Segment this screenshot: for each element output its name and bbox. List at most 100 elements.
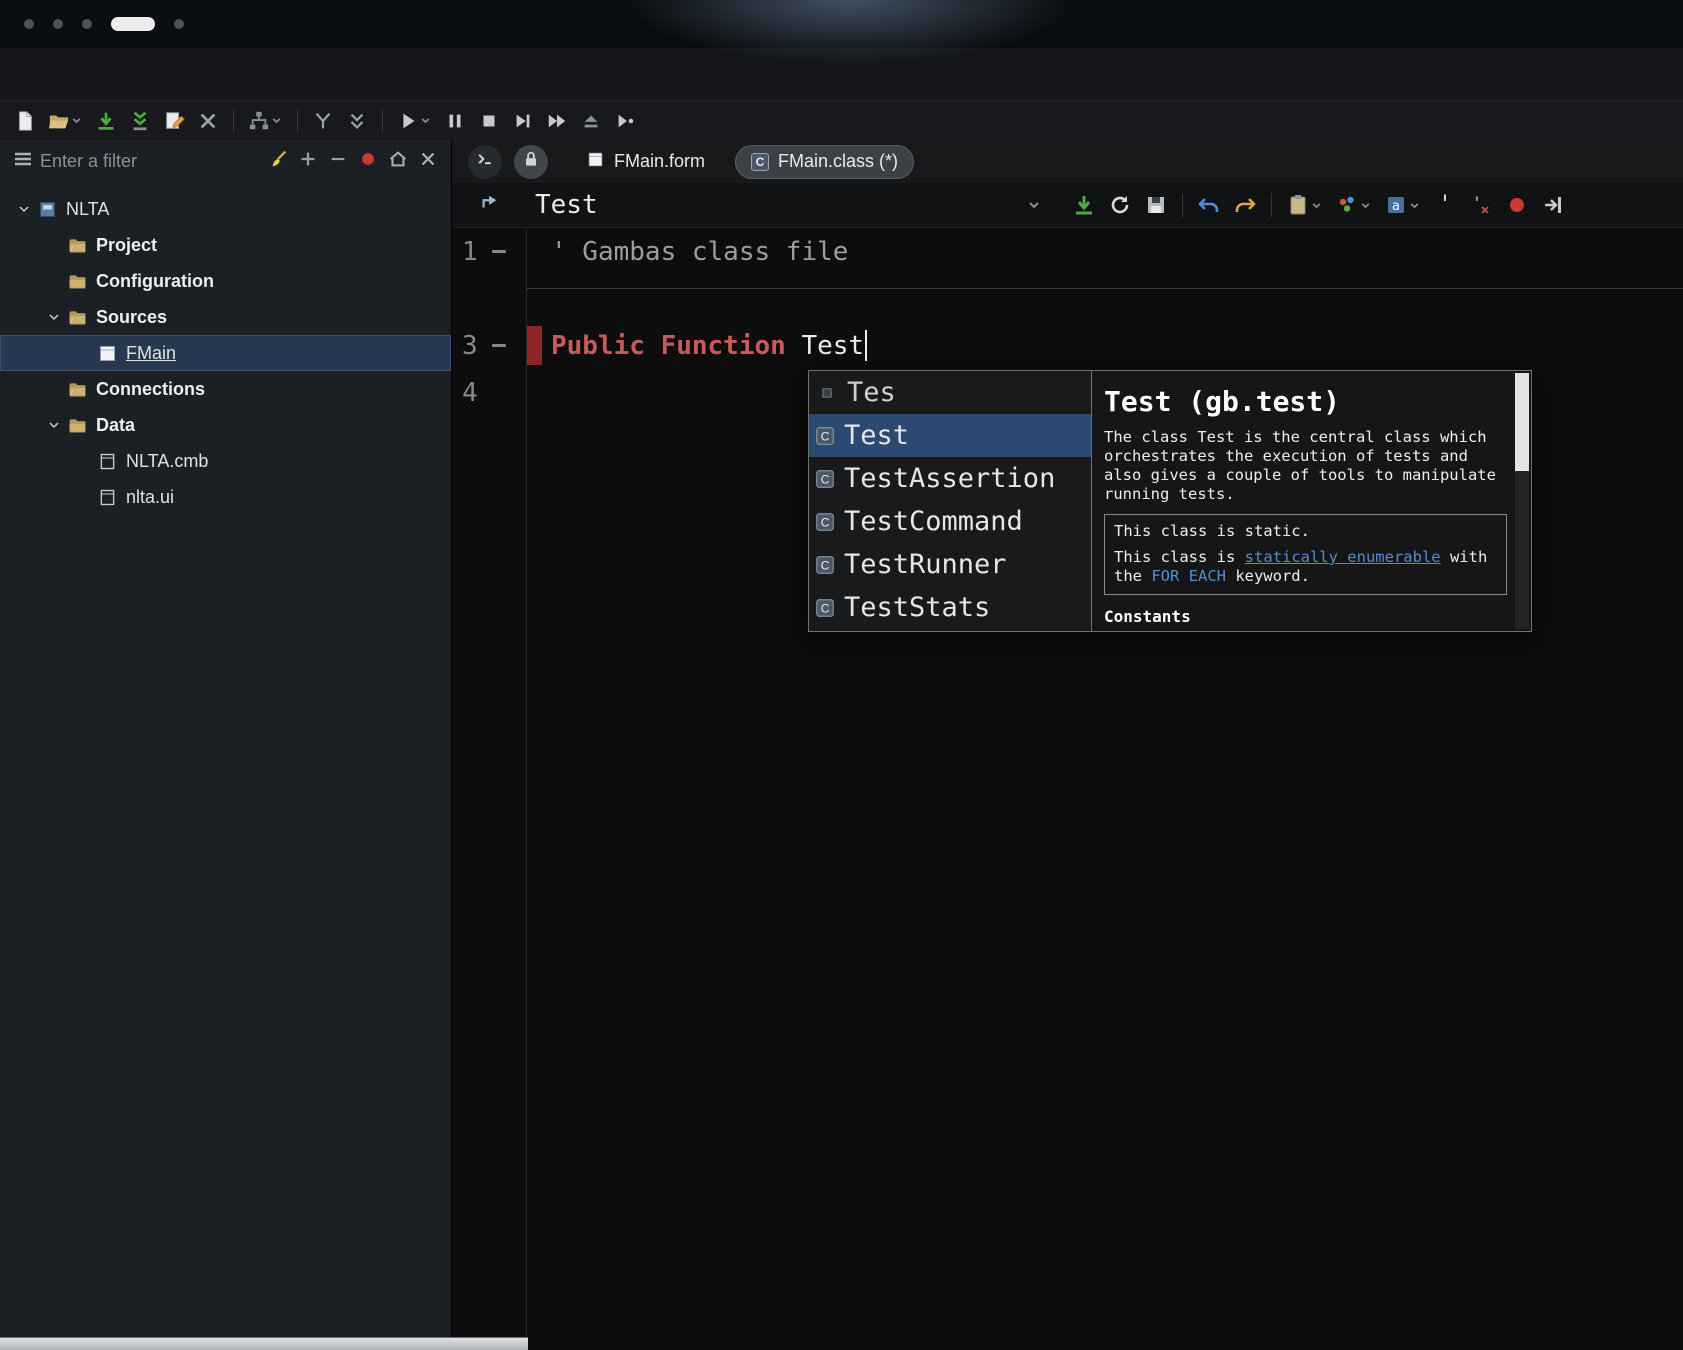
word-icon — [817, 383, 837, 403]
toolbar-separator — [1182, 193, 1183, 217]
editor-column: FMain.formCFMain.class (*) Test a'' 134 … — [452, 140, 1683, 1350]
close-panel-button[interactable] — [413, 147, 443, 177]
edit-button[interactable] — [159, 106, 189, 136]
undo-button[interactable] — [1193, 190, 1225, 220]
tree-chevron-icon[interactable] — [42, 309, 66, 325]
open-terminal-button[interactable] — [576, 106, 606, 136]
tree-item-configuration[interactable]: Configuration — [0, 263, 451, 299]
hamburger-icon — [11, 147, 35, 176]
goto-button[interactable] — [1537, 190, 1569, 220]
uncomment-button[interactable]: ' — [1465, 190, 1497, 220]
autocomplete-item-teststats[interactable]: CTestStats — [809, 586, 1091, 629]
tree-item-nlta-ui[interactable]: nlta.ui — [0, 479, 451, 515]
compile-button[interactable] — [125, 106, 155, 136]
forward-button[interactable] — [542, 106, 572, 136]
tree-item-fmain[interactable]: FMain — [0, 335, 451, 371]
procedure-combo[interactable]: Test — [527, 187, 1052, 223]
doc-link[interactable]: FOR EACH — [1151, 567, 1226, 585]
refresh-icon — [1108, 193, 1132, 217]
hierarchy-button[interactable] — [244, 106, 287, 136]
show-modified-button[interactable] — [353, 147, 383, 177]
comment-button[interactable]: ' — [1429, 190, 1461, 220]
stop-button[interactable] — [474, 106, 504, 136]
pause-button[interactable] — [440, 106, 470, 136]
insert-menu-button[interactable]: a — [1380, 190, 1425, 220]
collapse-tree-button[interactable] — [323, 147, 353, 177]
code-line-3[interactable]: Public Function Test — [527, 322, 1683, 369]
code-line-1[interactable]: ' Gambas class file — [527, 228, 1683, 275]
lock-icon — [521, 149, 541, 174]
save-file-button[interactable] — [1068, 190, 1100, 220]
tree-item-connections[interactable]: Connections — [0, 371, 451, 407]
tree-item-label: Data — [96, 415, 135, 436]
format-menu-button[interactable] — [1331, 190, 1376, 220]
tab-fmain-form[interactable]: FMain.form — [570, 145, 721, 179]
arrow-down-green-icon — [1072, 193, 1096, 217]
new-file-button[interactable] — [10, 106, 40, 136]
clear-filter-button[interactable] — [263, 147, 293, 177]
code-line-blank-1[interactable] — [527, 275, 1683, 322]
redo-button[interactable] — [1229, 190, 1261, 220]
goto-icon — [1541, 193, 1565, 217]
doc-scrollbar[interactable] — [1515, 373, 1529, 629]
tab-label: FMain.class (*) — [778, 151, 898, 172]
toolbar-separator — [382, 109, 383, 133]
breakpoint-button[interactable] — [1501, 190, 1533, 220]
print-button[interactable] — [1140, 190, 1172, 220]
file-icon — [96, 451, 118, 472]
gutter-row: 3 — [452, 322, 526, 369]
line-number: 4 — [462, 378, 480, 408]
open-project-button[interactable] — [44, 106, 87, 136]
line-number: 3 — [462, 331, 480, 361]
autocomplete-item-label: TestRunner — [844, 549, 1007, 580]
tree-item-sources[interactable]: Sources — [0, 299, 451, 335]
save-project-button[interactable] — [91, 106, 121, 136]
doc-scrollbar-thumb[interactable] — [1515, 373, 1529, 471]
tree-item-data[interactable]: Data — [0, 407, 451, 443]
step-button[interactable] — [508, 106, 538, 136]
tab-fmain-class-[interactable]: CFMain.class (*) — [735, 145, 914, 179]
code-area: 134 ' Gambas class filePublic Function T… — [452, 228, 1683, 1350]
doc-link[interactable]: statically enumerable — [1245, 548, 1441, 566]
gambas-ide-window: NLTAProjectConfigurationSourcesFMainConn… — [0, 0, 1683, 1350]
lock-button[interactable] — [514, 145, 548, 179]
tab-bar: FMain.form CFMain.class (*) — [452, 140, 1683, 183]
run-button[interactable] — [393, 106, 436, 136]
main-split: NLTAProjectConfigurationSourcesFMainConn… — [0, 140, 1683, 1350]
console-button[interactable] — [468, 145, 502, 179]
menu-button[interactable] — [8, 147, 38, 177]
step-out-button[interactable] — [610, 106, 640, 136]
home-button[interactable] — [383, 147, 413, 177]
autocomplete-item-testcommand[interactable]: CTestCommand — [809, 500, 1091, 543]
pause-icon — [444, 110, 466, 132]
folder-icon — [66, 415, 88, 436]
merge-button[interactable] — [308, 106, 338, 136]
doc-note-box: This class is static. This class is stat… — [1104, 514, 1507, 595]
tree-chevron-icon[interactable] — [42, 417, 66, 433]
svg-text:C: C — [821, 429, 830, 443]
tree-item-project[interactable]: Project — [0, 227, 451, 263]
filter-input[interactable] — [40, 151, 261, 172]
doc-static-line: This class is static. — [1114, 522, 1497, 541]
broom-icon — [267, 148, 289, 175]
expand-tree-button[interactable] — [293, 147, 323, 177]
code-editor[interactable]: ' Gambas class filePublic Function Test … — [527, 228, 1683, 1350]
autocomplete-item-test[interactable]: CTest — [809, 414, 1091, 457]
fold-marker-icon[interactable] — [492, 250, 506, 253]
tree-item-nlta-cmb[interactable]: NLTA.cmb — [0, 443, 451, 479]
autocomplete-item-testassertion[interactable]: CTestAssertion — [809, 457, 1091, 500]
expand-all-button[interactable] — [342, 106, 372, 136]
properties-button[interactable] — [193, 106, 223, 136]
class-icon: C — [814, 511, 836, 533]
class-icon: C — [814, 597, 836, 619]
paste-menu-button[interactable] — [1282, 190, 1327, 220]
reload-button[interactable] — [1104, 190, 1136, 220]
tree-item-nlta[interactable]: NLTA — [0, 191, 451, 227]
charmap-icon: a — [1384, 193, 1408, 217]
autocomplete-item-label: TestAssertion — [844, 463, 1055, 494]
fold-marker-icon[interactable] — [492, 344, 506, 347]
autocomplete-item-testrunner[interactable]: CTestRunner — [809, 543, 1091, 586]
autocomplete-list: Tes CTestCTestAssertionCTestCommandCTest… — [808, 370, 1092, 632]
window-dot — [174, 19, 184, 29]
tree-chevron-icon[interactable] — [12, 201, 36, 217]
